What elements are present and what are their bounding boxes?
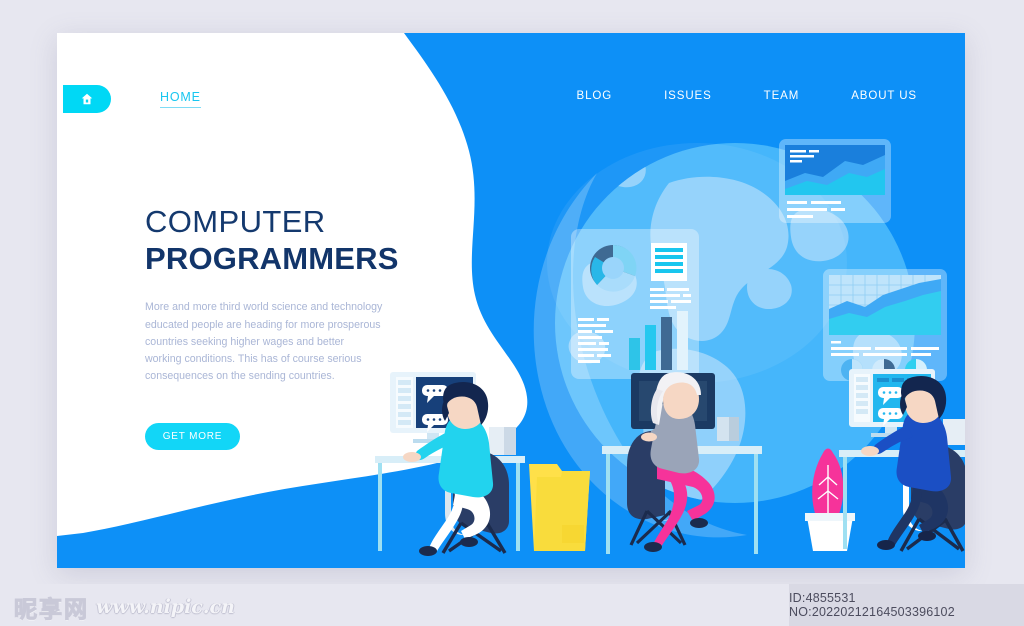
site-watermark: 昵享网 www.nipic.cn [14,590,235,624]
yellow-waste-bin [529,464,590,551]
landing-page-card: HOME BLOG ISSUES TEAM ABOUT US COMPUTER … [57,33,965,568]
workers-illustration [375,369,965,556]
pink-potted-plant [805,448,855,551]
watermark-bar: 昵享网 www.nipic.cn ID:4855531 NO:202202121… [0,584,1024,626]
workstation-cyan [375,372,525,556]
screenshot-root: HOME BLOG ISSUES TEAM ABOUT US COMPUTER … [0,0,1024,626]
site-watermark-cn: 昵享网 [14,597,89,624]
image-id-badge: ID:4855531 NO:20220212164503396102 [789,584,1024,626]
site-watermark-url: www.nipic.cn [96,596,235,618]
workstation-blonde [602,372,762,554]
image-id-text: ID:4855531 NO:20220212164503396102 [789,591,955,619]
workstation-blue [839,369,965,552]
